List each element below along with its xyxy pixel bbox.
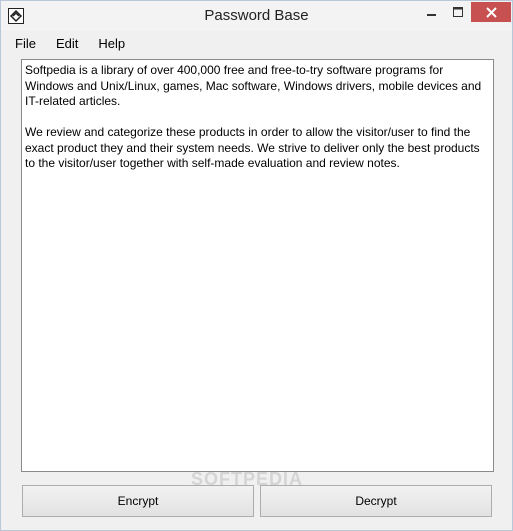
menu-file[interactable]: File xyxy=(5,33,46,55)
app-window: Password Base File Edit Help Softpedia i… xyxy=(0,0,513,531)
decrypt-button[interactable]: Decrypt xyxy=(260,485,492,517)
menu-help[interactable]: Help xyxy=(88,33,135,55)
close-icon xyxy=(485,6,497,18)
content-paragraph-1: Softpedia is a library of over 400,000 f… xyxy=(25,63,482,108)
minimize-button[interactable] xyxy=(419,2,445,22)
text-area[interactable]: Softpedia is a library of over 400,000 f… xyxy=(21,59,494,472)
title-bar[interactable]: Password Base xyxy=(1,1,512,31)
maximize-button[interactable] xyxy=(445,2,471,22)
minimize-icon xyxy=(427,14,436,16)
encrypt-button[interactable]: Encrypt xyxy=(22,485,254,517)
menu-edit[interactable]: Edit xyxy=(46,33,88,55)
close-button[interactable] xyxy=(471,2,511,22)
content-paragraph-2: We review and categorize these products … xyxy=(25,125,480,170)
maximize-icon xyxy=(453,7,463,17)
menu-bar: File Edit Help xyxy=(1,31,512,57)
